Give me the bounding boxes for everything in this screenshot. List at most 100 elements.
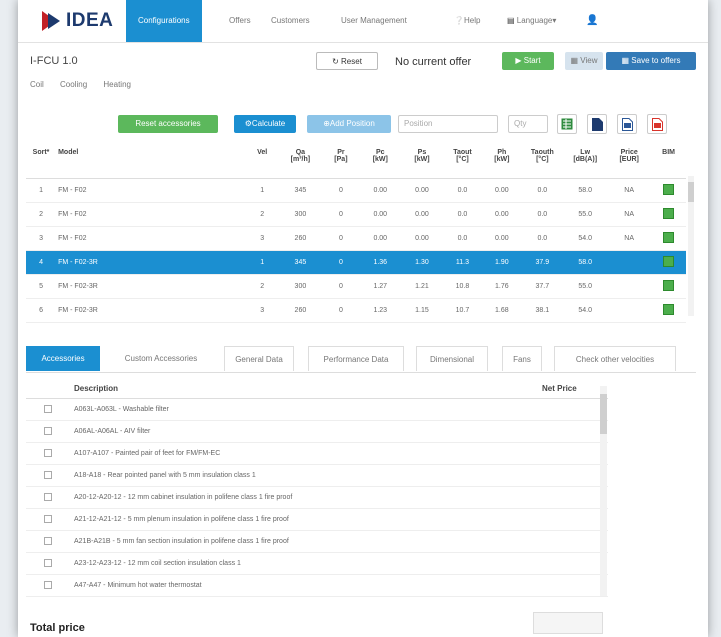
- accessory-checkbox[interactable]: [44, 537, 52, 545]
- gear-icon: ⚙: [244, 119, 252, 128]
- tab-fans[interactable]: Fans: [502, 346, 542, 371]
- col-sort[interactable]: Sort*: [26, 146, 57, 179]
- nav-offers[interactable]: Offers: [229, 0, 251, 42]
- accessory-row[interactable]: A18-A18 - Rear pointed panel with 5 mm i…: [26, 465, 608, 487]
- accessory-row[interactable]: A063L-A063L - Washable filter: [26, 399, 608, 421]
- accessory-checkbox[interactable]: [44, 493, 52, 501]
- document-icon[interactable]: [587, 114, 607, 134]
- accessory-row[interactable]: A107-A107 - Painted pair of feet for FM/…: [26, 443, 608, 465]
- tab-custom-accessories[interactable]: Custom Accessories: [112, 346, 210, 371]
- table-row[interactable]: 2 FM - F02 2 300 0 0.00 0.00 0.0 0.00 0.0 55.0 NA: [26, 202, 686, 227]
- word-export-icon[interactable]: [617, 114, 637, 134]
- tab-accessories[interactable]: Accessories: [26, 346, 100, 371]
- bim-cell[interactable]: [651, 298, 686, 323]
- tab-general-data[interactable]: General Data: [224, 346, 294, 371]
- subtab-cooling[interactable]: Cooling: [60, 80, 87, 89]
- accessory-row[interactable]: A06AL-A06AL - AIV filter: [26, 421, 608, 443]
- add-position-button[interactable]: ⊕Add Position: [307, 115, 391, 133]
- table-cell: FM - F02-3R: [56, 250, 246, 275]
- table-cell: 1.15: [401, 298, 443, 323]
- bim-download-icon[interactable]: [663, 208, 675, 219]
- table-cell: 345: [278, 178, 323, 203]
- accessory-row[interactable]: A49-1-A49-1 - Condensing pump 15 l/h: [26, 597, 608, 598]
- caret-down-icon: ▾: [552, 16, 557, 25]
- table-cell: 3: [245, 298, 279, 323]
- accessory-checkbox[interactable]: [44, 581, 52, 589]
- bim-download-icon[interactable]: [663, 256, 675, 267]
- accessory-description: A107-A107 - Painted pair of feet for FM/…: [74, 450, 221, 457]
- action-toolbar: Reset accessories ⚙Calculate ⊕Add Positi…: [18, 112, 708, 136]
- col-ps: Ps [kW]: [401, 146, 443, 179]
- nav-configurations[interactable]: Configurations: [126, 0, 202, 42]
- col-model[interactable]: Model: [56, 146, 246, 179]
- save-icon: ▦: [621, 56, 632, 65]
- table-cell: 54.0: [563, 226, 608, 251]
- table-row[interactable]: 5 FM - F02-3R 2 300 0 1.27 1.21 10.8 1.76 37.7 55.…: [26, 274, 686, 299]
- table-cell: 58.0: [563, 250, 608, 275]
- bim-download-icon[interactable]: [663, 280, 675, 291]
- nav-language[interactable]: ▤ Language▾: [507, 0, 556, 42]
- table-cell: 10.7: [442, 298, 483, 323]
- table-row[interactable]: 6 FM - F02-3R 3 260 0 1.23 1.15 10.7 1.68 38.1 54.…: [26, 298, 686, 323]
- bim-cell[interactable]: [651, 178, 686, 203]
- language-label: Language: [516, 16, 553, 25]
- col-qa: Qa [m³/h]: [278, 146, 323, 179]
- bim-download-icon[interactable]: [663, 232, 675, 243]
- accessory-checkbox[interactable]: [44, 405, 52, 413]
- help-label: Help: [463, 16, 481, 25]
- calculate-button[interactable]: ⚙Calculate: [234, 115, 296, 133]
- start-button[interactable]: ▶ Start: [502, 52, 554, 70]
- table-cell: 54.0: [563, 298, 608, 323]
- bim-cell[interactable]: [651, 250, 686, 275]
- tab-check-other-velocities[interactable]: Check other velocities: [554, 346, 676, 371]
- accessories-scrollbar[interactable]: [600, 386, 607, 596]
- tab-dimensional[interactable]: Dimensional: [416, 346, 488, 371]
- table-cell: FM - F02: [56, 202, 246, 227]
- reset-button[interactable]: ↻ Reset: [316, 52, 378, 70]
- accessory-checkbox[interactable]: [44, 427, 52, 435]
- tab-performance-data[interactable]: Performance Data: [308, 346, 404, 371]
- excel-export-icon[interactable]: [557, 114, 577, 134]
- col-taouth: Taouth [°C]: [521, 146, 564, 179]
- position-input[interactable]: Position: [398, 115, 498, 133]
- user-icon[interactable]: 👤: [586, 0, 598, 42]
- accessory-checkbox[interactable]: [44, 449, 52, 457]
- subtab-coil[interactable]: Coil: [30, 80, 44, 89]
- subtab-heating[interactable]: Heating: [103, 80, 131, 89]
- accessory-row[interactable]: A20-12-A20-12 - 12 mm cabinet insulation…: [26, 487, 608, 509]
- table-scrollbar[interactable]: [688, 176, 694, 316]
- table-cell: 345: [278, 250, 323, 275]
- view-button[interactable]: ▦ View: [565, 52, 603, 70]
- table-row[interactable]: 1 FM - F02 1 345 0 0.00 0.00 0.0 0.00 0.0 58.0 NA: [26, 178, 686, 203]
- bim-download-icon[interactable]: [663, 304, 675, 315]
- nav-customers[interactable]: Customers: [271, 0, 310, 42]
- table-cell: 1.30: [401, 250, 443, 275]
- nav-help[interactable]: ❔Help: [454, 0, 480, 42]
- accessory-row[interactable]: A21B-A21B - 5 mm fan section insulation …: [26, 531, 608, 553]
- accessory-row[interactable]: A21-12-A21-12 - 5 mm plenum insulation i…: [26, 509, 608, 531]
- quantity-input[interactable]: Qty: [508, 115, 548, 133]
- accessory-checkbox[interactable]: [44, 471, 52, 479]
- table-row[interactable]: 3 FM - F02 3 260 0 0.00 0.00 0.0 0.00 0.0 54.0 NA: [26, 226, 686, 251]
- bim-cell[interactable]: [651, 226, 686, 251]
- bim-download-icon[interactable]: [663, 184, 675, 195]
- bim-cell[interactable]: [651, 274, 686, 299]
- table-row[interactable]: 4 FM - F02-3R 1 345 0 1.36 1.30 11.3 1.90 37.9 58.…: [26, 250, 686, 275]
- top-navbar: IDEA Configurations Offers Customers Use…: [18, 0, 708, 43]
- table-cell: 4: [26, 250, 57, 275]
- reset-accessories-button[interactable]: Reset accessories: [118, 115, 218, 133]
- table-cell: 1: [26, 178, 57, 203]
- logo-mark-icon: [42, 11, 64, 31]
- accessory-checkbox[interactable]: [44, 559, 52, 567]
- logo-text: IDEA: [66, 10, 114, 31]
- accessories-list: Description Net Price A063L-A063L - Wash…: [26, 380, 608, 598]
- table-cell: [607, 298, 652, 323]
- col-pr: Pr [Pa]: [322, 146, 360, 179]
- accessory-checkbox[interactable]: [44, 515, 52, 523]
- accessory-row[interactable]: A23-12-A23-12 - 12 mm coil section insul…: [26, 553, 608, 575]
- accessory-row[interactable]: A47-A47 - Minimum hot water thermostat: [26, 575, 608, 597]
- save-to-offers-button[interactable]: ▦ Save to offers: [606, 52, 696, 70]
- pdf-export-icon[interactable]: [647, 114, 667, 134]
- nav-user-management[interactable]: User Management: [341, 0, 407, 42]
- bim-cell[interactable]: [651, 202, 686, 227]
